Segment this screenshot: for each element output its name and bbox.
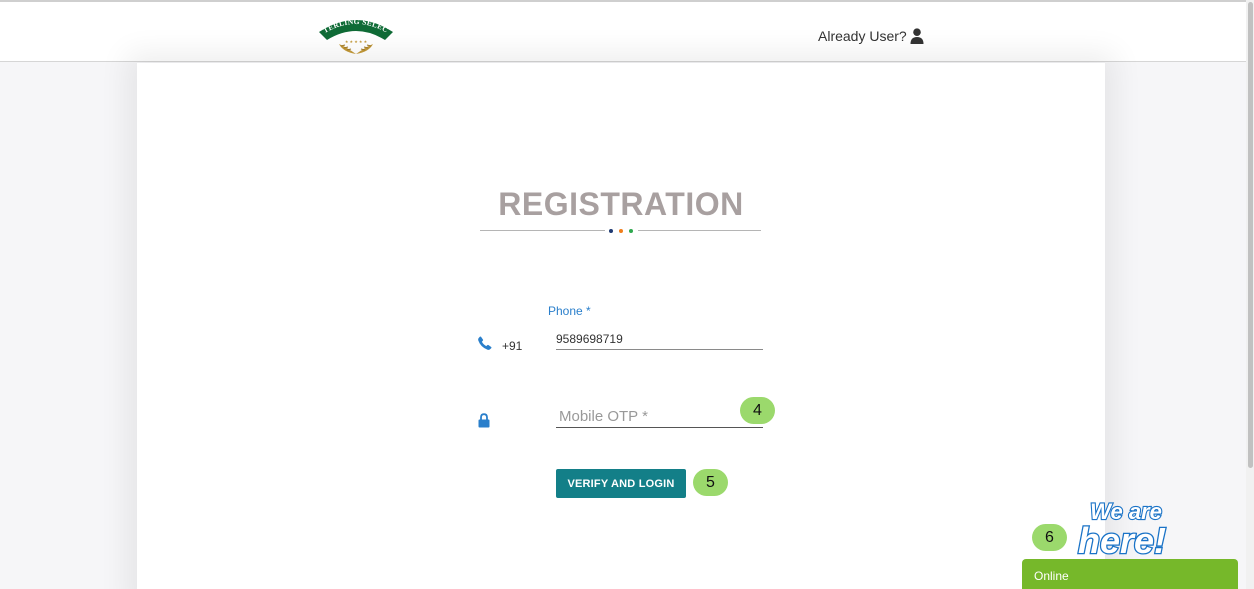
mobile-otp-input[interactable] — [556, 405, 763, 428]
divider-dot-orange — [619, 229, 623, 233]
verify-and-login-button[interactable]: VERIFY AND LOGIN — [556, 469, 686, 498]
title-divider-left — [480, 230, 605, 231]
page-title: REGISTRATION — [498, 186, 744, 222]
user-icon — [910, 28, 924, 44]
lock-icon — [478, 413, 490, 428]
divider-dot-navy — [609, 229, 613, 233]
chat-tagline-line2: here! — [1078, 520, 1166, 559]
scrollbar-thumb[interactable] — [1248, 2, 1253, 468]
phone-label: Phone * — [548, 304, 591, 318]
already-user-label: Already User? — [818, 28, 907, 44]
chat-status-label: Online — [1034, 569, 1069, 583]
title-divider-right — [638, 230, 761, 231]
already-user-link[interactable]: Already User? — [818, 28, 924, 44]
svg-text:★ ★ ★ ★ ★: ★ ★ ★ ★ ★ — [345, 39, 368, 44]
annotation-badge-4: 4 — [740, 397, 775, 424]
phone-icon — [478, 336, 492, 350]
chat-online-bar[interactable]: Online — [1022, 559, 1238, 589]
country-code: +91 — [502, 339, 523, 353]
we-are-here-chat-graphic[interactable]: We are here! — [1070, 497, 1192, 559]
divider-dot-green — [629, 229, 633, 233]
registration-card — [137, 63, 1105, 589]
site-header: STERLING SELECT ★ ★ ★ ★ ★ Already User? — [0, 2, 1246, 62]
annotation-badge-5: 5 — [693, 469, 728, 496]
phone-input[interactable] — [556, 328, 763, 350]
sterling-select-logo[interactable]: STERLING SELECT ★ ★ ★ ★ ★ — [313, 10, 399, 56]
annotation-badge-6: 6 — [1032, 524, 1067, 551]
